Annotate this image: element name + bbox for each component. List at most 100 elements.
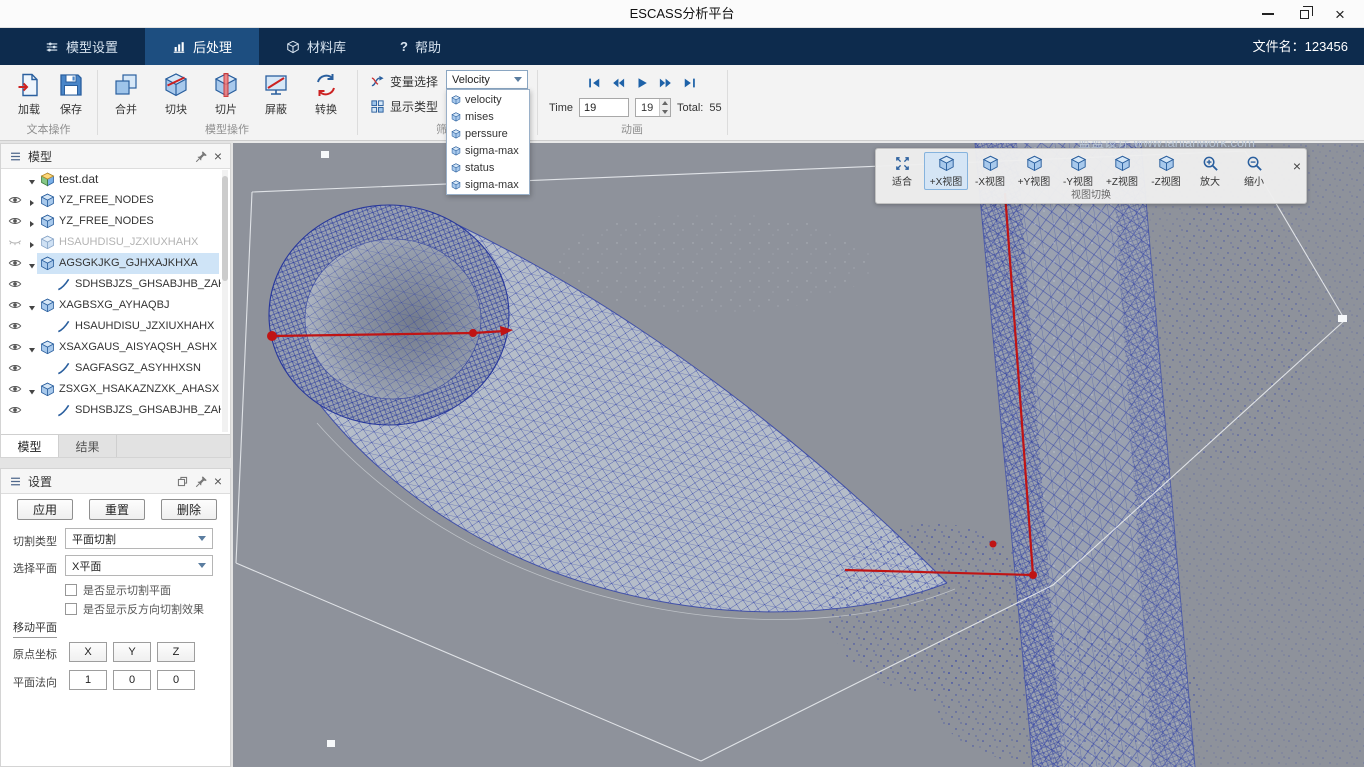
delete-button[interactable]: 删除 <box>161 499 217 520</box>
reset-button[interactable]: 重置 <box>89 499 145 520</box>
origin-z-button[interactable]: Z <box>157 642 195 662</box>
dropdown-item[interactable]: sigma-max <box>447 142 529 159</box>
tree-item[interactable]: HSAUHDISU_JZXIUXHAHX <box>1 232 221 253</box>
view-minus-y-button[interactable]: -Y视图 <box>1056 152 1100 190</box>
convert-button[interactable]: 转换 <box>303 72 349 117</box>
visibility-eye-icon[interactable] <box>8 298 22 312</box>
visibility-eye-icon[interactable] <box>8 382 22 396</box>
close-icon[interactable]: × <box>214 149 222 163</box>
minimize-button[interactable] <box>1250 0 1286 28</box>
visibility-eye-icon[interactable] <box>8 361 22 375</box>
visibility-eye-icon[interactable] <box>8 214 22 228</box>
pin-icon[interactable] <box>195 150 208 163</box>
load-button[interactable]: 加载 <box>6 72 52 117</box>
float-window-icon[interactable] <box>176 475 189 488</box>
zoom-out-button[interactable]: 缩小 <box>1232 152 1276 190</box>
visibility-eye-icon[interactable] <box>8 277 22 291</box>
tree-item[interactable]: SAGFASGZ_ASYHHXSN <box>1 358 221 379</box>
play-button[interactable] <box>633 75 650 91</box>
tree-item[interactable]: YZ_FREE_NODES <box>1 190 221 211</box>
dropdown-item[interactable]: perssure <box>447 125 529 142</box>
visibility-eye-icon[interactable] <box>8 319 22 333</box>
view-plus-z-button[interactable]: +Z视图 <box>1100 152 1144 190</box>
zoom-in-button[interactable]: 放大 <box>1188 152 1232 190</box>
cube-icon <box>40 340 55 355</box>
sliders-icon <box>45 40 59 54</box>
menu-item-post-processing[interactable]: 后处理 <box>145 28 259 65</box>
chevron-right-icon[interactable] <box>28 238 36 246</box>
viewport-3d[interactable]: 适合 +X视图 -X视图 +Y视图 -Y视图 <box>233 143 1364 767</box>
cut-type-select[interactable]: 平面切割 <box>65 528 213 549</box>
mask-label: 屏蔽 <box>265 104 287 116</box>
tree-item[interactable]: test.dat <box>1 169 221 190</box>
view-fit-button[interactable]: 适合 <box>880 152 924 190</box>
stepper-down-icon[interactable] <box>659 108 670 117</box>
frame-stepper[interactable]: 19 <box>635 98 671 117</box>
view-minus-z-button[interactable]: -Z视图 <box>1144 152 1188 190</box>
tree-scrollbar[interactable] <box>222 170 228 432</box>
chevron-down-icon[interactable] <box>28 343 36 351</box>
edge-icon <box>56 319 71 334</box>
variable-select[interactable]: Velocity <box>446 70 528 89</box>
plane-select[interactable]: X平面 <box>65 555 213 576</box>
normal-x-input[interactable] <box>69 670 107 690</box>
next-frame-button[interactable] <box>657 75 674 91</box>
menu-item-material-library[interactable]: 材料库 <box>259 28 373 65</box>
chevron-down-icon[interactable] <box>28 259 36 267</box>
merge-button[interactable]: 合并 <box>103 72 149 117</box>
last-frame-button[interactable] <box>681 75 698 91</box>
chevron-down-icon[interactable] <box>28 385 36 393</box>
view-plus-y-button[interactable]: +Y视图 <box>1012 152 1056 190</box>
dropdown-item[interactable]: sigma-max <box>447 176 529 193</box>
tree-item[interactable]: XAGBSXG_AYHAQBJ <box>1 295 221 316</box>
chevron-right-icon[interactable] <box>28 217 36 225</box>
dropdown-item[interactable]: mises <box>447 108 529 125</box>
slice-button[interactable]: 切片 <box>203 72 249 117</box>
cut-block-button[interactable]: 切块 <box>153 72 199 117</box>
pin-icon[interactable] <box>195 475 208 488</box>
tab-model[interactable]: 模型 <box>1 435 59 457</box>
prev-frame-button[interactable] <box>609 75 626 91</box>
tree-item[interactable]: SDHSBJZS_GHSABJHB_ZAHU <box>1 400 221 421</box>
reverse-cut-checkbox[interactable] <box>65 603 77 615</box>
normal-z-input[interactable] <box>157 670 195 690</box>
tab-results[interactable]: 结果 <box>59 435 117 457</box>
apply-button[interactable]: 应用 <box>17 499 73 520</box>
chevron-down-icon[interactable] <box>28 175 36 183</box>
tree-item[interactable]: SDHSBJZS_GHSABJHB_ZAHU <box>1 274 221 295</box>
visibility-eye-icon[interactable] <box>8 256 22 270</box>
show-cut-plane-checkbox[interactable] <box>65 584 77 596</box>
normal-y-input[interactable] <box>113 670 151 690</box>
view-minus-x-button[interactable]: -X视图 <box>968 152 1012 190</box>
menu-item-help[interactable]: ? 帮助 <box>373 28 468 65</box>
tree-item[interactable]: YZ_FREE_NODES <box>1 211 221 232</box>
visibility-eye-icon[interactable] <box>8 403 22 417</box>
save-button[interactable]: 保存 <box>48 72 94 117</box>
tree-item-selected[interactable]: AGSGKJKG_GJHXAJKHXA <box>1 253 221 274</box>
close-button[interactable]: × <box>1322 0 1358 28</box>
chevron-down-icon[interactable] <box>28 301 36 309</box>
scene-canvas[interactable] <box>233 143 1364 767</box>
visibility-eye-icon[interactable] <box>8 193 22 207</box>
view-plus-x-button[interactable]: +X视图 <box>924 152 968 190</box>
dropdown-item[interactable]: velocity <box>447 91 529 108</box>
first-frame-button[interactable] <box>585 75 602 91</box>
maximize-button[interactable] <box>1286 0 1322 28</box>
time-input[interactable] <box>579 98 629 117</box>
menu-item-model-settings[interactable]: 模型设置 <box>18 28 145 65</box>
origin-y-button[interactable]: Y <box>113 642 151 662</box>
stepper-up-icon[interactable] <box>659 99 670 108</box>
origin-x-button[interactable]: X <box>69 642 107 662</box>
visibility-eye-icon[interactable] <box>8 340 22 354</box>
plane-normal-label: 平面法向 <box>13 674 57 690</box>
tree-item[interactable]: HSAUHDISU_JZXIUXHAHX <box>1 316 221 337</box>
mask-button[interactable]: 屏蔽 <box>253 72 299 117</box>
chevron-right-icon[interactable] <box>28 196 36 204</box>
scrollbar-thumb[interactable] <box>222 176 228 281</box>
close-icon[interactable]: × <box>214 474 222 488</box>
tree-item[interactable]: ZSXGX_HSAKAZNZXK_AHASX <box>1 379 221 400</box>
close-icon[interactable]: × <box>1293 159 1301 173</box>
dropdown-item[interactable]: status <box>447 159 529 176</box>
tree-item[interactable]: XSAXGAUS_AISYAQSH_ASHX <box>1 337 221 358</box>
visibility-eye-off-icon[interactable] <box>8 235 22 249</box>
